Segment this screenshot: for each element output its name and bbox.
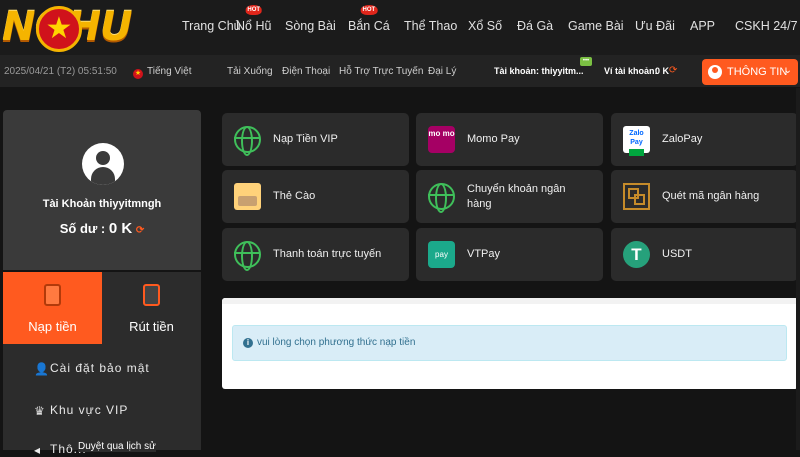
history-tooltip: Duyệt qua lịch sử [78, 441, 156, 452]
link-phone[interactable]: Điện Thoại [282, 66, 330, 77]
info-alert: i vui lòng chọn phương thức nạp tiền [232, 325, 787, 361]
nav-item-ban-ca[interactable]: HOT Bắn Cá [348, 5, 390, 33]
nav-item-no-hu[interactable]: HOT Nổ Hũ [236, 5, 271, 33]
globe-icon [234, 126, 261, 156]
globe-icon [234, 241, 261, 271]
wallet-value: 0 K [655, 66, 670, 76]
qr-code-icon [623, 183, 650, 210]
alert-message: vui lòng chọn phương thức nạp tiền [257, 337, 416, 348]
side-menu [3, 344, 201, 450]
sub-bar: 2025/04/21 (T2) 05:51:50 ★ Tiếng Việt Tải… [0, 55, 800, 87]
language-selector[interactable]: ★ Tiếng Việt [133, 66, 191, 79]
profile-card [3, 110, 201, 270]
payment-bank-transfer[interactable]: Chuyển khoản ngân hàng [416, 170, 603, 223]
wallet-label: Ví tài khoản: [604, 66, 658, 76]
deposit-icon [44, 284, 61, 306]
user-icon [708, 65, 722, 79]
zalopay-icon: Zalo Pay [623, 126, 650, 156]
scrollbar[interactable] [796, 88, 800, 450]
info-dropdown-button[interactable]: THÔNG TIN ⌄ [702, 59, 798, 85]
star-icon: ★ [36, 6, 82, 52]
datetime: 2025/04/21 (T2) 05:51:50 [4, 66, 117, 77]
refresh-icon[interactable]: ⟳ [669, 65, 677, 76]
payment-online[interactable]: Thanh toán trực tuyến [222, 228, 409, 281]
globe-icon [428, 183, 455, 213]
vietnam-flag-icon: ★ [133, 69, 143, 79]
nav-item-the-thao[interactable]: Thể Thao [404, 19, 457, 33]
nav-item-da-ga[interactable]: Đá Gà [517, 19, 553, 33]
avatar-icon [82, 143, 124, 185]
nav-item-song-bai[interactable]: Sòng Bài [285, 19, 336, 33]
payment-usdt[interactable]: T USDT [611, 228, 798, 281]
payment-bank-qr[interactable]: Quét mã ngân hàng [611, 170, 798, 223]
chat-icon[interactable]: ••• [580, 57, 592, 66]
nav-item-game-bai[interactable]: Game Bài [568, 19, 624, 33]
menu-item-vip[interactable]: ♛ Khu vực VIP [34, 403, 128, 418]
momo-icon: mo mo [428, 126, 455, 153]
profile-account-name: Tài Khoản thiyyitmngh [42, 198, 162, 210]
link-download[interactable]: Tải Xuống [227, 66, 273, 77]
megaphone-icon: ◂ [34, 443, 42, 457]
tab-deposit[interactable]: Nạp tiền [3, 272, 102, 344]
payment-momo[interactable]: mo mo Momo Pay [416, 113, 603, 166]
info-icon: i [243, 338, 253, 348]
crown-icon: ♛ [34, 404, 46, 418]
vtpay-icon: pay [428, 241, 455, 268]
withdraw-icon [143, 284, 160, 306]
payment-vip-deposit[interactable]: Nạp Tiền VIP [222, 113, 409, 166]
link-online-support[interactable]: Hỗ Trợ Trực Tuyến [339, 66, 423, 77]
hot-badge: HOT [360, 5, 378, 15]
payment-zalopay[interactable]: Zalo Pay ZaloPay [611, 113, 798, 166]
payment-vtpay[interactable]: pay VTPay [416, 228, 603, 281]
payment-scratch-card[interactable]: Thẻ Cào [222, 170, 409, 223]
menu-item-security[interactable]: 👤 Cài đặt bảo mật [34, 361, 150, 376]
hot-badge: HOT [245, 5, 263, 15]
link-agent[interactable]: Đại Lý [428, 66, 456, 77]
brand-logo[interactable]: NOHU ★ [2, 4, 180, 54]
usdt-icon: T [623, 241, 650, 268]
nav-item-uu-dai[interactable]: Ưu Đãi [635, 19, 675, 33]
tab-withdraw[interactable]: Rút tiền [102, 272, 201, 344]
chevron-down-icon: ⌄ [783, 65, 792, 76]
top-navigation: NOHU ★ Trang Chủ HOTNổ Hũ Sòng Bài HOTBắ… [0, 0, 800, 55]
account-label: Tài khoản: thiyyitm... [494, 66, 584, 76]
user-lock-icon: 👤 [34, 362, 50, 376]
deposit-form-panel: i vui lòng chọn phương thức nạp tiền [222, 298, 798, 389]
refresh-icon[interactable]: ⟳ [136, 225, 144, 236]
nav-item-cskh[interactable]: CSKH 24/7 [735, 19, 798, 33]
nav-item-home[interactable]: Trang Chủ [182, 19, 241, 33]
profile-balance: Số dư : 0 K ⟳ [59, 220, 145, 237]
scratch-card-icon [234, 183, 261, 210]
nav-item-xo-so[interactable]: Xổ Số [468, 19, 502, 33]
nav-item-app[interactable]: APP [690, 19, 715, 33]
